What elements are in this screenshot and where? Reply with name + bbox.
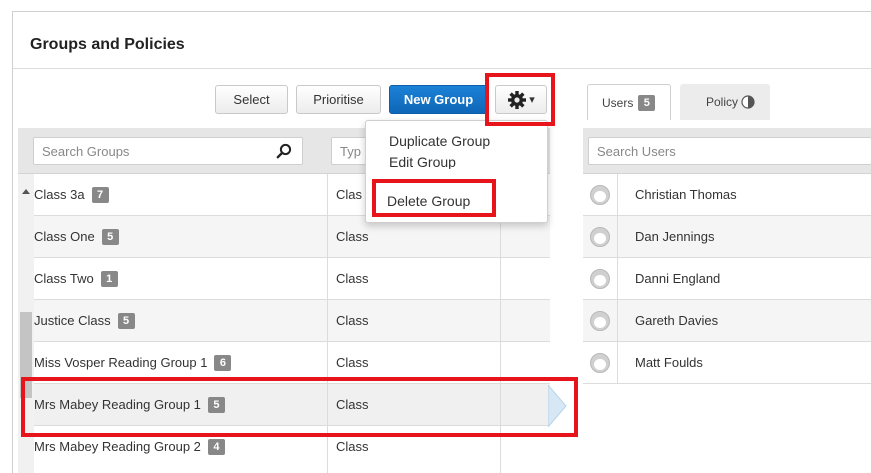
member-count-badge: 5 — [101, 228, 119, 245]
half-circle-icon — [741, 95, 755, 109]
users-count-badge: 5 — [638, 94, 656, 111]
group-row[interactable]: Justice Class 5 Class — [18, 300, 550, 342]
group-name: Class Two — [34, 271, 94, 286]
search-groups-input[interactable]: Search Groups — [33, 137, 303, 165]
prioritise-button[interactable]: Prioritise — [296, 85, 381, 114]
member-count-badge: 5 — [117, 312, 135, 329]
group-type: Clas — [336, 187, 363, 202]
group-type: Class — [336, 313, 369, 328]
user-row[interactable]: Dan Jennings — [583, 216, 871, 258]
users-search-bar: Search Users — [583, 128, 871, 174]
header-divider — [13, 68, 871, 69]
highlight-gear-button — [485, 73, 555, 126]
member-count-badge: 1 — [100, 270, 118, 287]
search-users-placeholder: Search Users — [597, 143, 676, 159]
select-button[interactable]: Select — [215, 85, 288, 114]
highlight-selected-group-row — [21, 377, 578, 437]
user-avatar-icon — [590, 227, 610, 247]
user-row[interactable]: Danni England — [583, 258, 871, 300]
user-row[interactable]: Matt Foulds — [583, 342, 871, 384]
highlight-delete-group — [372, 179, 496, 217]
search-groups-placeholder: Search Groups — [42, 143, 130, 159]
group-type: Class — [336, 271, 369, 286]
group-row[interactable]: Class Two 1 Class — [18, 258, 550, 300]
type-filter-placeholder: Typ — [340, 143, 361, 159]
tab-users[interactable]: Users 5 — [587, 84, 671, 120]
user-row[interactable]: Gareth Davies — [583, 300, 871, 342]
page-title: Groups and Policies — [30, 36, 185, 53]
user-name: Dan Jennings — [635, 229, 715, 244]
menu-item-edit-group[interactable]: Edit Group — [389, 154, 456, 169]
user-avatar-icon — [590, 311, 610, 331]
new-group-button[interactable]: New Group — [389, 85, 488, 114]
user-name: Gareth Davies — [635, 313, 719, 328]
user-avatar-icon — [590, 353, 610, 373]
search-icon[interactable] — [276, 143, 292, 159]
member-count-badge: 7 — [91, 186, 109, 203]
member-count-badge: 4 — [207, 438, 225, 455]
tab-users-label: Users — [602, 95, 634, 110]
group-name: Class 3a — [34, 187, 85, 202]
scroll-up-arrow-icon[interactable] — [22, 189, 30, 194]
user-avatar-icon — [590, 185, 610, 205]
search-users-input[interactable]: Search Users — [588, 137, 871, 165]
group-name: Miss Vosper Reading Group 1 — [34, 355, 208, 370]
user-name: Matt Foulds — [635, 355, 703, 370]
tab-policy-label: Policy — [706, 95, 739, 109]
group-name: Mrs Mabey Reading Group 2 — [34, 439, 201, 454]
user-avatar-icon — [590, 269, 610, 289]
user-row[interactable]: Christian Thomas — [583, 174, 871, 216]
member-count-badge: 6 — [214, 354, 232, 371]
group-name: Justice Class — [34, 313, 111, 328]
group-name: Class One — [34, 229, 95, 244]
user-name: Danni England — [635, 271, 721, 286]
group-type: Class — [336, 229, 369, 244]
menu-item-duplicate-group[interactable]: Duplicate Group — [389, 133, 490, 149]
user-name: Christian Thomas — [635, 187, 737, 202]
tab-policy[interactable]: Policy — [680, 84, 770, 120]
